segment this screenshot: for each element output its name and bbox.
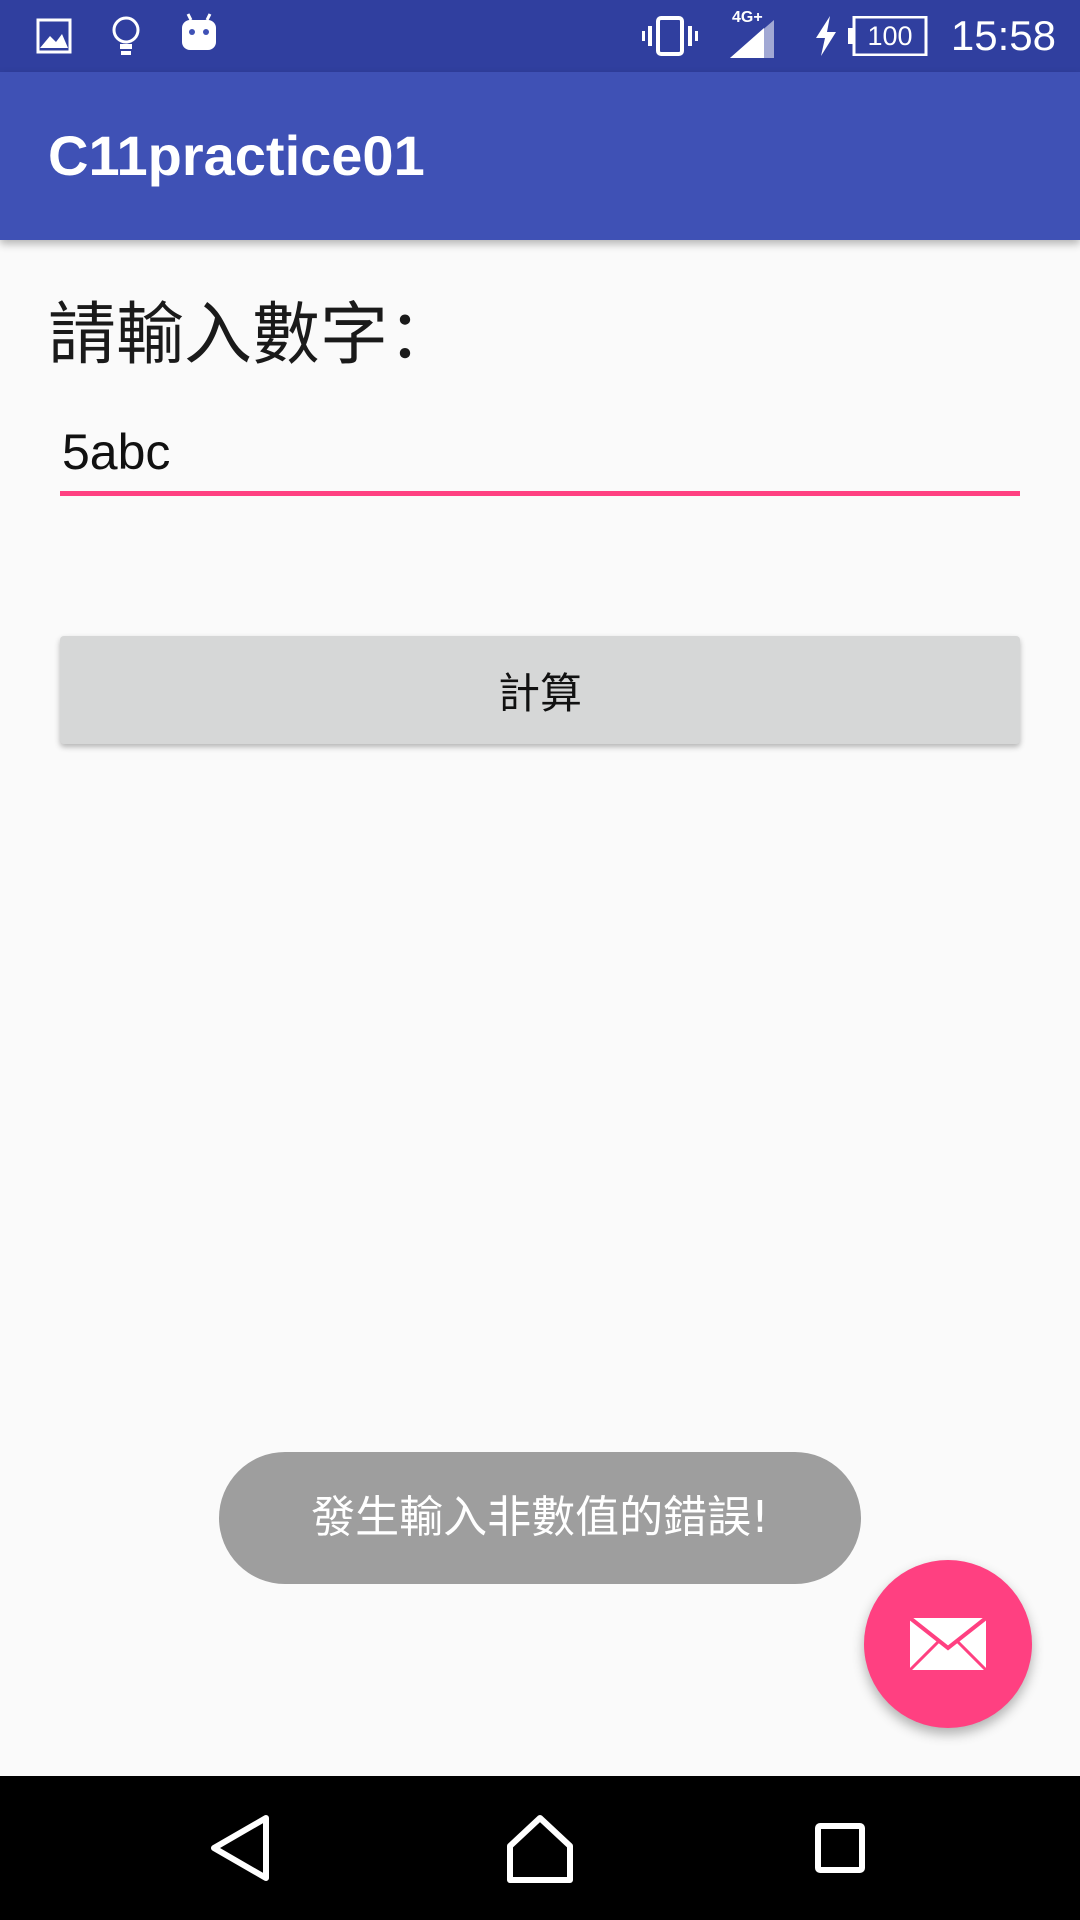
lightbulb-icon <box>108 14 144 62</box>
status-bar: 4G+ 100 15:58 <box>0 0 1080 72</box>
network-type: 4G+ <box>732 9 763 26</box>
battery-level: 100 <box>867 21 913 51</box>
android-icon <box>178 12 220 58</box>
app-title: C11practice01 <box>48 124 425 187</box>
signal-icon: 4G+ <box>728 6 788 64</box>
calculate-button[interactable]: 計算 <box>60 636 1020 744</box>
vibrate-icon <box>642 14 698 62</box>
back-icon[interactable] <box>200 1808 280 1888</box>
charging-icon <box>812 16 840 60</box>
email-fab-button[interactable] <box>864 1560 1032 1728</box>
home-icon[interactable] <box>500 1808 580 1888</box>
image-icon <box>36 18 72 58</box>
number-input[interactable] <box>60 412 1020 496</box>
navigation-bar <box>0 1776 1080 1920</box>
status-clock: 15:58 <box>950 12 1056 59</box>
battery-icon: 100 <box>848 16 928 56</box>
prompt-label: 請輸入數字： <box>48 296 457 375</box>
recents-icon[interactable] <box>800 1808 880 1888</box>
error-toast: 發生輸入非數值的錯誤! <box>219 1452 861 1584</box>
app-bar: C11practice01 <box>0 72 1080 240</box>
email-icon <box>908 1616 988 1672</box>
